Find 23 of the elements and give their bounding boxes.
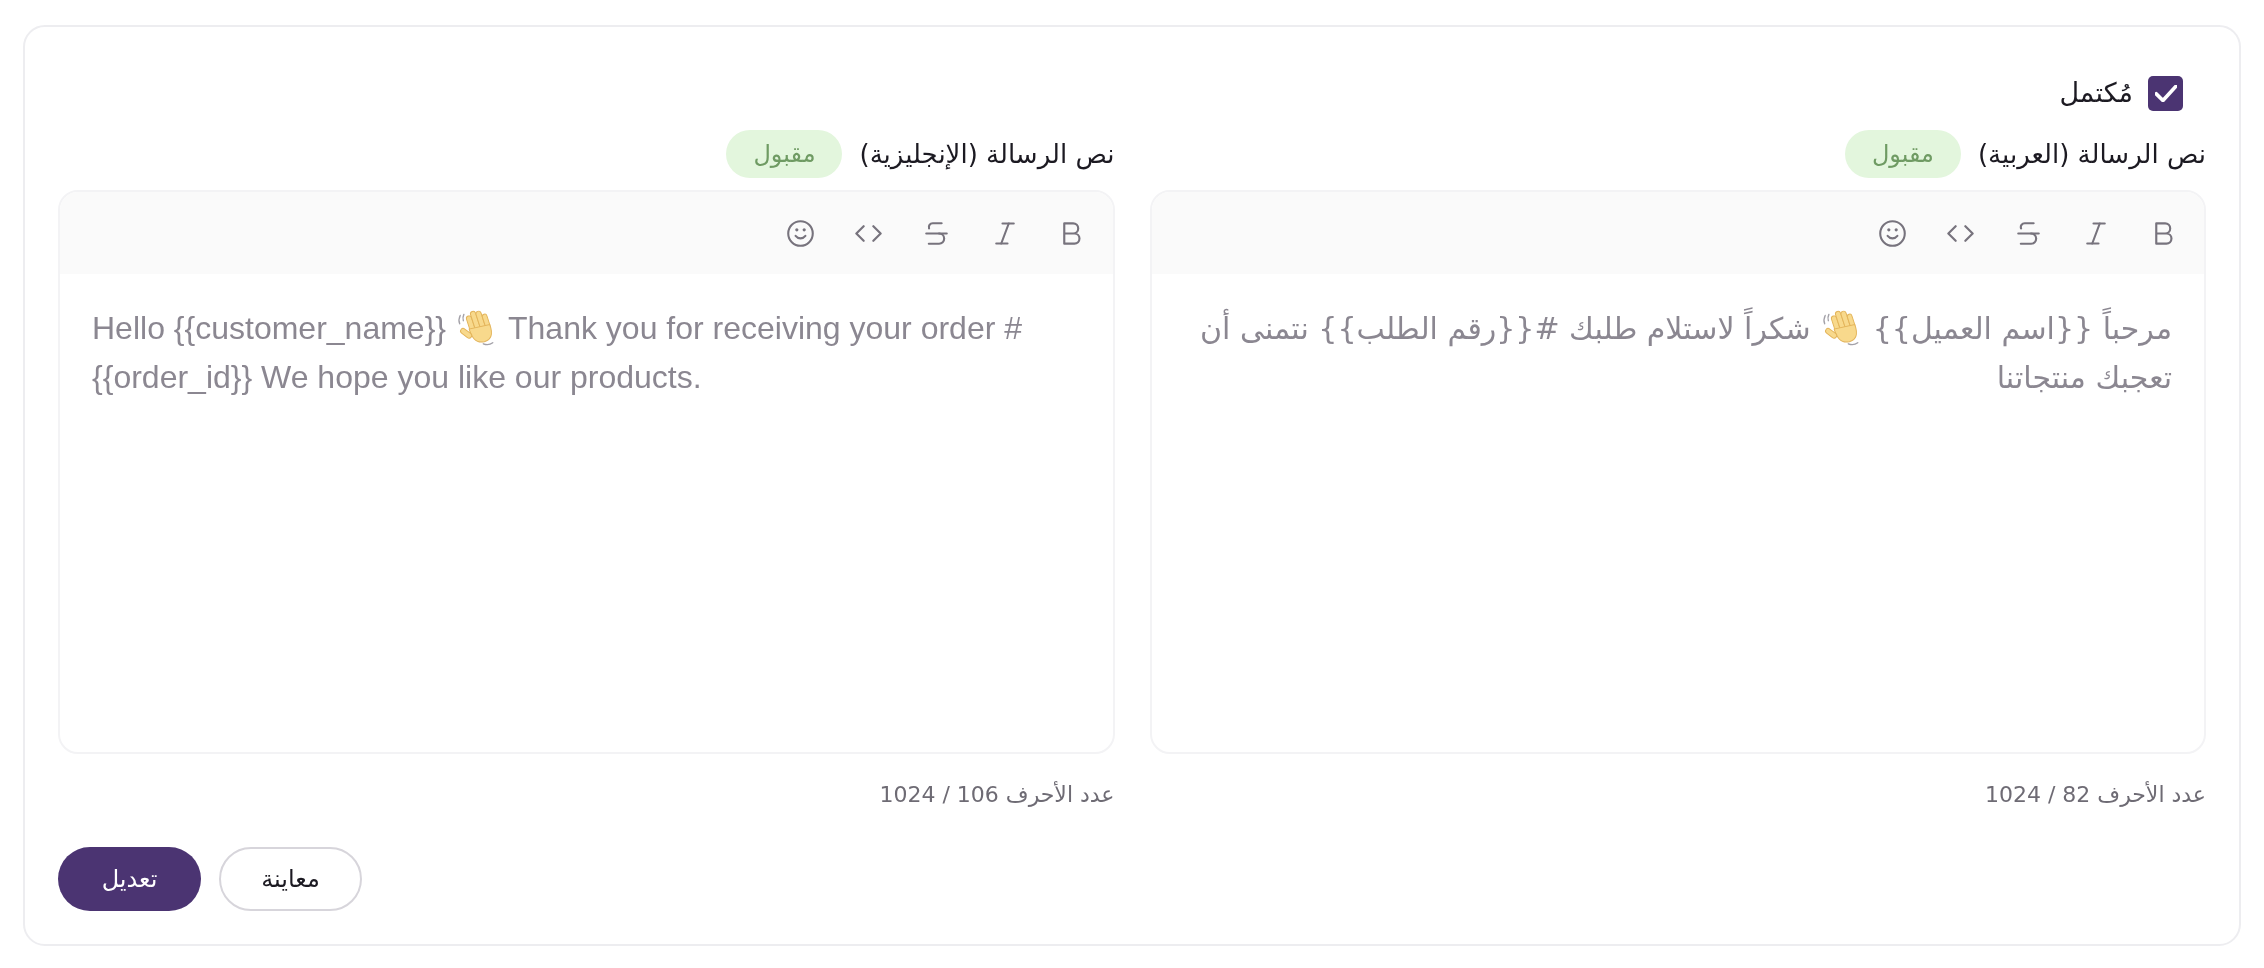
code-icon[interactable] xyxy=(855,224,882,242)
completed-checkbox[interactable] xyxy=(2148,75,2183,111)
message-field[interactable]: مرحباً {{اسم العميل}} شكراً لاستلام طلبك #{{رقم الطلب}} نتمنى أن تعجبك منتجاتنا xyxy=(1151,274,2204,752)
italic-icon[interactable] xyxy=(994,221,1015,245)
smiley-icon[interactable] xyxy=(1878,219,1906,247)
message-field[interactable]: Hello {{customer_name}} Thank you for receiving your order #{{order_id}} We hope you like our products. xyxy=(60,274,1113,752)
status-badge: مقبول xyxy=(1844,130,1961,178)
bold-icon[interactable] xyxy=(2154,221,2174,245)
checkmark-icon xyxy=(2154,84,2177,102)
character-count: عدد الأحرف 106 / 1024 xyxy=(879,781,1115,809)
field-label: نص الرسالة (العربية) xyxy=(1977,137,2206,172)
field-label: نص الرسالة (الإنجليزية) xyxy=(859,137,1115,172)
code-icon[interactable] xyxy=(1946,224,1974,242)
smiley-icon[interactable] xyxy=(787,219,814,247)
strikethrough-icon[interactable] xyxy=(2016,221,2040,245)
edit-button[interactable]: تعديل xyxy=(58,847,201,911)
status-badge: مقبول xyxy=(726,130,843,178)
checkbox-label: مُكتمل xyxy=(2059,76,2133,110)
strikethrough-icon[interactable] xyxy=(925,221,948,245)
italic-icon[interactable] xyxy=(2086,221,2106,245)
preview-button[interactable]: معاينة xyxy=(219,847,362,911)
bold-icon[interactable] xyxy=(1063,221,1082,245)
character-count: عدد الأحرف 82 / 1024 xyxy=(1984,781,2206,809)
